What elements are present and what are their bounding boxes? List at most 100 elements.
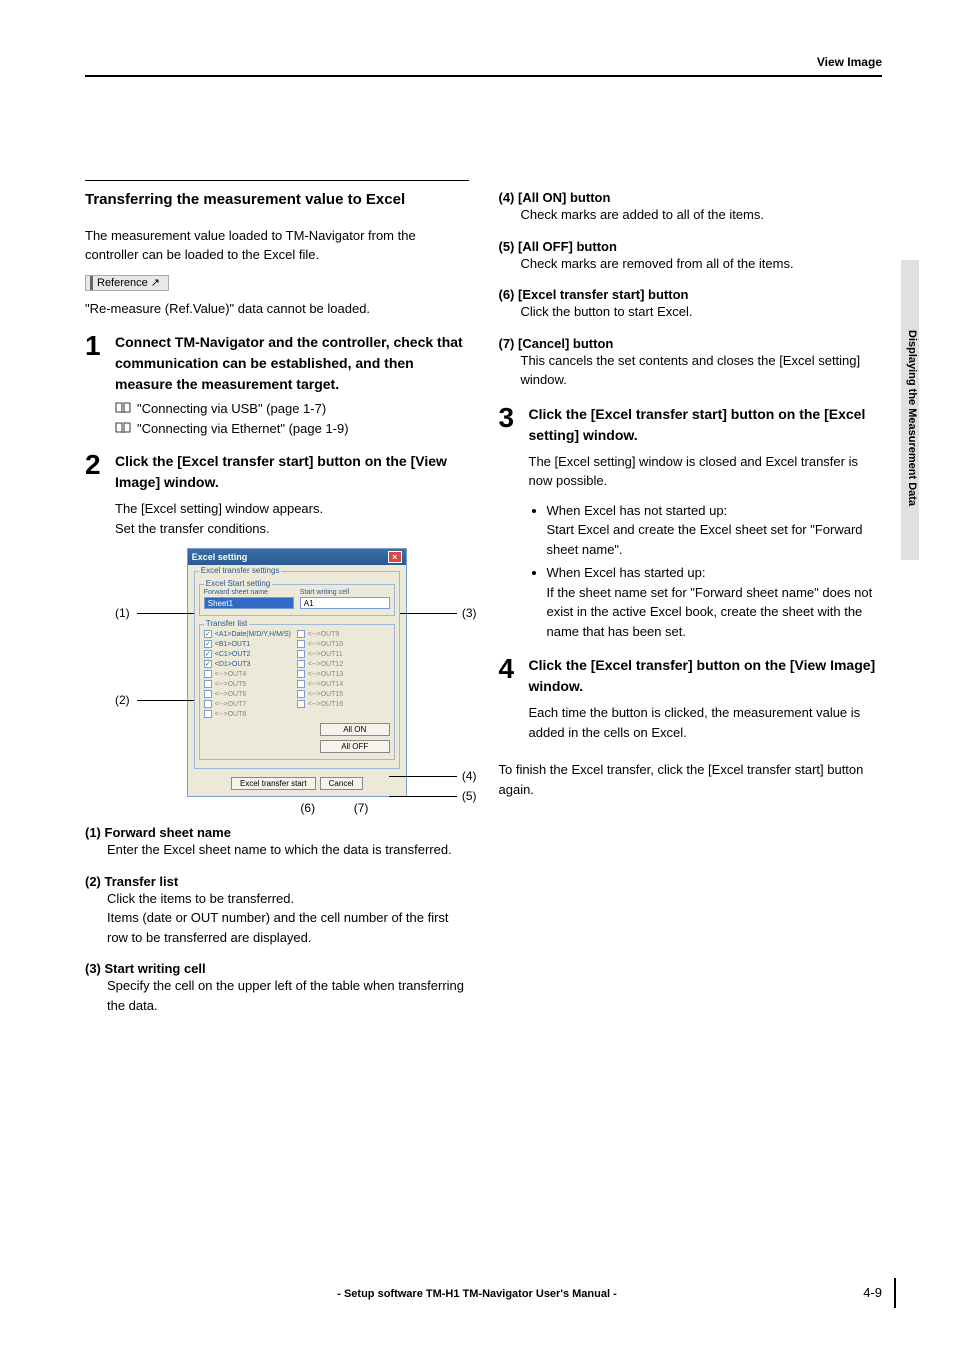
checkbox-icon	[204, 670, 212, 678]
checkbox-icon	[297, 670, 305, 678]
transfer-item[interactable]: ✓<D1>OUT3	[204, 659, 297, 669]
header-link[interactable]: View Image	[817, 55, 882, 69]
definition-desc: Click the items to be transferred. Items…	[107, 889, 469, 948]
step-1: 1 Connect TM-Navigator and the controlle…	[85, 332, 469, 395]
link-icon: ↗	[151, 276, 160, 289]
definition-item: (4) [All ON] buttonCheck marks are added…	[499, 190, 883, 225]
callout-4: (4)	[462, 769, 477, 783]
transfer-item[interactable]: <-->OUT8	[204, 709, 297, 719]
group-label: Excel Start setting	[204, 579, 272, 588]
definition-desc: This cancels the set contents and closes…	[521, 351, 883, 390]
definition-desc: Check marks are removed from all of the …	[521, 254, 883, 274]
callouts-below: (6) (7)	[125, 801, 469, 815]
excel-setting-dialog: Excel setting × Excel transfer settings …	[187, 548, 407, 797]
checkbox-icon	[297, 650, 305, 658]
excel-transfer-settings-group: Excel transfer settings Excel Start sett…	[194, 571, 400, 769]
page-number: 4-9	[863, 1285, 882, 1300]
transfer-item[interactable]: <-->OUT7	[204, 699, 297, 709]
definition-item: (5) [All OFF] buttonCheck marks are remo…	[499, 239, 883, 274]
transfer-checklist: ✓<A1>Date(M/D/Y,H/M/S)<-->OUT9✓<B1>OUT1<…	[204, 629, 390, 719]
callout-7: (7)	[318, 801, 368, 815]
step-2-body: The [Excel setting] window appears. Set …	[115, 499, 469, 538]
section-title: Transferring the measurement value to Ex…	[85, 189, 469, 212]
excel-transfer-start-button[interactable]: Excel transfer start	[231, 777, 316, 790]
step-3-text: The [Excel setting] window is closed and…	[529, 452, 883, 491]
definition-desc: Check marks are added to all of the item…	[521, 205, 883, 225]
step-4-title: Click the [Excel transfer] button on the…	[529, 655, 883, 697]
callout-2: (2)	[115, 693, 130, 707]
step-3-title: Click the [Excel transfer start] button …	[529, 404, 883, 446]
checkbox-icon	[297, 640, 305, 648]
definition-label: (6) [Excel transfer start] button	[499, 287, 883, 302]
transfer-item[interactable]: <-->OUT4	[204, 669, 297, 679]
checkbox-icon	[297, 680, 305, 688]
definition-item: (3) Start writing cellSpecify the cell o…	[85, 961, 469, 1015]
step-number: 4	[499, 655, 529, 697]
step-1-links: "Connecting via USB" (page 1-7) "Connect…	[115, 401, 469, 437]
step-2-line2: Set the transfer conditions.	[115, 519, 469, 539]
transfer-item[interactable]: <-->OUT10	[297, 639, 390, 649]
definition-label: (4) [All ON] button	[499, 190, 883, 205]
definition-label: (3) Start writing cell	[85, 961, 469, 976]
close-icon[interactable]: ×	[388, 551, 402, 563]
section-rule	[85, 180, 469, 181]
step-number: 2	[85, 451, 115, 493]
callout-5: (5)	[462, 789, 477, 803]
transfer-item[interactable]: <-->OUT13	[297, 669, 390, 679]
start-cell-input[interactable]: A1	[300, 597, 390, 609]
step-4-body: Each time the button is clicked, the mea…	[529, 703, 883, 742]
transfer-item[interactable]: <-->OUT11	[297, 649, 390, 659]
step-4: 4 Click the [Excel transfer] button on t…	[499, 655, 883, 697]
book-icon	[115, 402, 131, 417]
transfer-item[interactable]: ✓<A1>Date(M/D/Y,H/M/S)	[204, 629, 297, 639]
step-2-title: Click the [Excel transfer start] button …	[115, 451, 469, 493]
definition-desc: Click the button to start Excel.	[521, 302, 883, 322]
transfer-item[interactable]: <-->OUT15	[297, 689, 390, 699]
link-usb[interactable]: "Connecting via USB" (page 1-7)	[137, 401, 326, 416]
page-bar	[894, 1278, 896, 1308]
closing-text: To finish the Excel transfer, click the …	[499, 760, 883, 799]
transfer-item[interactable]: <-->OUT14	[297, 679, 390, 689]
reference-box: Reference↗	[85, 275, 469, 293]
checkbox-icon: ✓	[204, 660, 212, 668]
transfer-item[interactable]: <-->OUT6	[204, 689, 297, 699]
step-2-line1: The [Excel setting] window appears.	[115, 499, 469, 519]
right-column: (4) [All ON] buttonCheck marks are added…	[499, 180, 883, 1029]
step-4-text: Each time the button is clicked, the mea…	[529, 703, 883, 742]
checkbox-icon	[297, 700, 305, 708]
content: Transferring the measurement value to Ex…	[85, 180, 882, 1029]
step-1-title: Connect TM-Navigator and the controller,…	[115, 332, 469, 395]
bullet-item: When Excel has not started up: Start Exc…	[547, 501, 883, 560]
callout-3: (3)	[462, 606, 477, 620]
side-label: Displaying the Measurement Data	[906, 330, 918, 506]
link-ethernet[interactable]: "Connecting via Ethernet" (page 1-9)	[137, 421, 349, 436]
transfer-list-group: Transfer list ✓<A1>Date(M/D/Y,H/M/S)<-->…	[199, 624, 395, 760]
transfer-item[interactable]: <-->OUT9	[297, 629, 390, 639]
transfer-item[interactable]: <-->OUT5	[204, 679, 297, 689]
forward-sheet-input[interactable]: Sheet1	[204, 597, 294, 609]
callout-line	[399, 613, 457, 614]
cancel-button[interactable]: Cancel	[320, 777, 363, 790]
transfer-item[interactable]: <-->OUT12	[297, 659, 390, 669]
group-label: Transfer list	[204, 619, 250, 628]
all-on-button[interactable]: All ON	[320, 723, 390, 736]
intro-text: The measurement value loaded to TM-Navig…	[85, 226, 469, 265]
callout-line	[137, 613, 195, 614]
checkbox-icon: ✓	[204, 630, 212, 638]
book-icon	[115, 422, 131, 437]
callout-line	[389, 796, 457, 797]
checkbox-icon	[204, 710, 212, 718]
definition-item: (2) Transfer listClick the items to be t…	[85, 874, 469, 948]
transfer-item[interactable]: ✓<C1>OUT2	[204, 649, 297, 659]
definition-item: (1) Forward sheet nameEnter the Excel sh…	[85, 825, 469, 860]
callout-6: (6)	[225, 801, 315, 815]
callout-line	[389, 776, 457, 777]
transfer-item[interactable]: <-->OUT16	[297, 699, 390, 709]
step-number: 1	[85, 332, 115, 395]
footer-text: - Setup software TM-H1 TM-Navigator User…	[0, 1288, 954, 1300]
reference-label: Reference↗	[85, 275, 169, 291]
transfer-item[interactable]: ✓<B1>OUT1	[204, 639, 297, 649]
all-off-button[interactable]: All OFF	[320, 740, 390, 753]
dialog-figure: (1) (2) (3) (4) (5) Excel setting × Exce…	[125, 548, 469, 815]
checkbox-icon	[204, 680, 212, 688]
